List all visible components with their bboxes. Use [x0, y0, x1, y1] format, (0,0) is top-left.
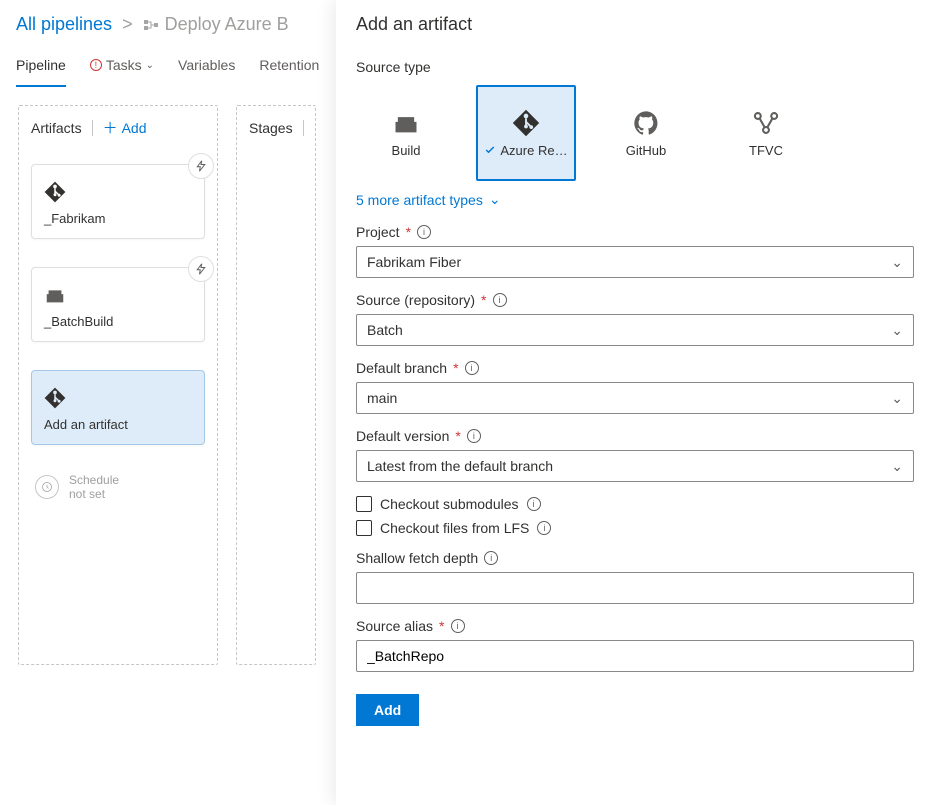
plus-icon: ＋: [103, 121, 118, 136]
tile-build[interactable]: Build: [356, 85, 456, 181]
chevron-down-icon: ⌄: [891, 254, 903, 271]
tile-tfvc[interactable]: TFVC: [716, 85, 816, 181]
info-icon[interactable]: i: [527, 497, 541, 511]
panel-title: Add an artifact: [356, 14, 914, 35]
required-indicator: *: [439, 618, 444, 634]
lightning-icon: [195, 160, 207, 172]
schedule-status[interactable]: Schedule not set: [31, 473, 205, 501]
clock-icon: [41, 481, 53, 493]
stages-title: Stages: [249, 120, 293, 136]
required-indicator: *: [406, 224, 411, 240]
chevron-down-icon: ⌄: [146, 60, 154, 71]
warning-icon: !: [90, 59, 102, 71]
check-icon: [484, 144, 496, 156]
info-icon[interactable]: i: [484, 551, 498, 565]
field-alias: Source alias * i: [356, 618, 914, 672]
clock-ring: [35, 475, 59, 499]
schedule-text: Schedule not set: [69, 473, 119, 501]
checkout-lfs[interactable]: Checkout files from LFS i: [356, 520, 914, 536]
add-artifact-card[interactable]: Add an artifact: [31, 370, 205, 445]
add-artifact-label: Add an artifact: [44, 417, 192, 432]
tab-variables[interactable]: Variables: [178, 47, 235, 87]
artifact-label: _Fabrikam: [44, 211, 192, 226]
alias-label: Source alias: [356, 618, 433, 634]
tile-github[interactable]: GitHub: [596, 85, 696, 181]
project-label: Project: [356, 224, 400, 240]
field-checkboxes: Checkout submodules i Checkout files fro…: [356, 496, 914, 536]
field-source: Source (repository) * i Batch ⌄: [356, 292, 914, 346]
depth-input[interactable]: [356, 572, 914, 604]
artifacts-column: Artifacts ＋ Add _Fabrikam _BatchBuild Ad…: [18, 105, 218, 665]
build-icon: [392, 109, 420, 137]
breadcrumb-current: Deploy Azure B: [143, 14, 289, 35]
divider: [92, 120, 93, 136]
more-artifact-types[interactable]: 5 more artifact types ⌄: [356, 191, 914, 208]
field-project: Project * i Fabrikam Fiber ⌄: [356, 224, 914, 278]
artifact-card-batchbuild[interactable]: _BatchBuild: [31, 267, 205, 342]
version-label: Default version: [356, 428, 449, 444]
artifacts-title: Artifacts: [31, 120, 82, 136]
azure-repos-icon: [512, 109, 540, 137]
add-button[interactable]: Add: [356, 694, 419, 726]
required-indicator: *: [481, 292, 486, 308]
tab-tasks[interactable]: ! Tasks ⌄: [90, 47, 154, 87]
info-icon[interactable]: i: [493, 293, 507, 307]
artifact-card-fabrikam[interactable]: _Fabrikam: [31, 164, 205, 239]
artifacts-header: Artifacts ＋ Add: [31, 120, 205, 136]
tfvc-icon: [752, 109, 780, 137]
info-icon[interactable]: i: [537, 521, 551, 535]
alias-input[interactable]: [356, 640, 914, 672]
chevron-down-icon: ⌄: [891, 322, 903, 339]
build-icon: [44, 284, 66, 306]
checkout-submodules[interactable]: Checkout submodules i: [356, 496, 914, 512]
branch-label: Default branch: [356, 360, 447, 376]
repo-icon: [44, 181, 66, 203]
field-depth: Shallow fetch depth i: [356, 550, 914, 604]
field-version: Default version * i Latest from the defa…: [356, 428, 914, 482]
tab-retention[interactable]: Retention: [259, 47, 319, 87]
source-type-label: Source type: [356, 59, 914, 75]
info-icon[interactable]: i: [451, 619, 465, 633]
add-artifact-link[interactable]: ＋ Add: [103, 120, 147, 136]
release-pipeline-icon: [143, 17, 159, 33]
tile-azure-repos[interactable]: Azure Re…: [476, 85, 576, 181]
breadcrumb-parent[interactable]: All pipelines: [16, 14, 112, 35]
version-select[interactable]: Latest from the default branch ⌄: [356, 450, 914, 482]
trigger-badge[interactable]: [188, 153, 214, 179]
required-indicator: *: [453, 360, 458, 376]
add-artifact-panel: Add an artifact Source type Build Azure …: [336, 0, 934, 805]
checkbox-icon: [356, 496, 372, 512]
source-type-tiles: Build Azure Re… GitHub TFVC: [356, 85, 914, 181]
required-indicator: *: [455, 428, 460, 444]
tab-pipeline[interactable]: Pipeline: [16, 47, 66, 87]
info-icon[interactable]: i: [465, 361, 479, 375]
chevron-down-icon: ⌄: [891, 458, 903, 475]
stages-column: Stages: [236, 105, 316, 665]
github-icon: [632, 109, 660, 137]
repo-icon: [44, 387, 66, 409]
checkbox-icon: [356, 520, 372, 536]
source-label: Source (repository): [356, 292, 475, 308]
project-select[interactable]: Fabrikam Fiber ⌄: [356, 246, 914, 278]
branch-select[interactable]: main ⌄: [356, 382, 914, 414]
stages-header: Stages: [249, 120, 303, 136]
field-branch: Default branch * i main ⌄: [356, 360, 914, 414]
info-icon[interactable]: i: [417, 225, 431, 239]
trigger-badge[interactable]: [188, 256, 214, 282]
info-icon[interactable]: i: [467, 429, 481, 443]
artifact-label: _BatchBuild: [44, 314, 192, 329]
source-select[interactable]: Batch ⌄: [356, 314, 914, 346]
depth-label: Shallow fetch depth: [356, 550, 478, 566]
breadcrumb-separator: >: [122, 14, 133, 35]
chevron-down-icon: ⌄: [489, 191, 501, 208]
lightning-icon: [195, 263, 207, 275]
chevron-down-icon: ⌄: [891, 390, 903, 407]
